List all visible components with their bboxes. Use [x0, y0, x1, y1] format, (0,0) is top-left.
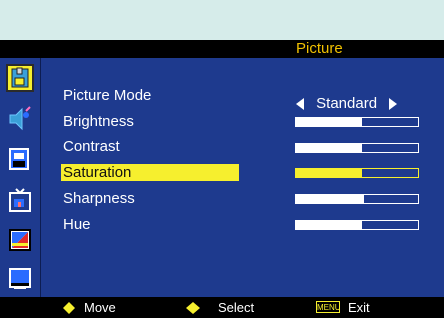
saturation-slider[interactable] — [295, 168, 419, 178]
move-icon — [63, 302, 75, 314]
select-label: Select — [218, 300, 255, 315]
contrast-slider-fill — [296, 144, 362, 152]
saturation-slider-fill — [296, 169, 362, 177]
exit-label: Exit — [348, 300, 370, 315]
left-arrow-icon[interactable] — [296, 98, 304, 111]
menu-item-hue[interactable]: Hue — [63, 216, 91, 233]
footer-bar: Move Select MENU Exit — [0, 297, 444, 318]
select-icon — [186, 302, 200, 314]
hue-slider-fill — [296, 221, 362, 229]
picture-mode-value: Standard — [316, 95, 378, 112]
brightness-slider-fill — [296, 118, 362, 126]
picture-icon[interactable] — [6, 64, 34, 92]
top-band — [0, 0, 444, 40]
menu-item-sharpness[interactable]: Sharpness — [63, 190, 135, 207]
hue-slider[interactable] — [295, 220, 419, 230]
monitor-icon[interactable] — [6, 265, 34, 293]
menu-key-icon: MENU — [316, 301, 341, 313]
audio-icon[interactable] — [6, 105, 34, 133]
sharpness-slider-fill — [296, 195, 365, 203]
color-icon[interactable] — [6, 226, 34, 254]
sharpness-slider[interactable] — [295, 194, 419, 204]
screen-icon[interactable] — [6, 145, 34, 173]
menu-item-saturation[interactable]: Saturation — [61, 164, 239, 181]
menu-item-brightness[interactable]: Brightness — [63, 113, 134, 130]
page-title: Picture — [296, 40, 343, 57]
right-arrow-icon[interactable] — [389, 98, 398, 111]
title-bar: Picture — [0, 40, 444, 58]
left-rail — [0, 58, 41, 297]
menu-item-picture-mode[interactable]: Picture Mode — [63, 87, 151, 104]
brightness-slider[interactable] — [295, 117, 419, 127]
menu-item-contrast[interactable]: Contrast — [63, 138, 120, 155]
move-label: Move — [84, 300, 116, 315]
picture-mode-selector[interactable]: Standard — [296, 95, 398, 113]
tv-icon[interactable] — [6, 187, 34, 215]
contrast-slider[interactable] — [295, 143, 419, 153]
